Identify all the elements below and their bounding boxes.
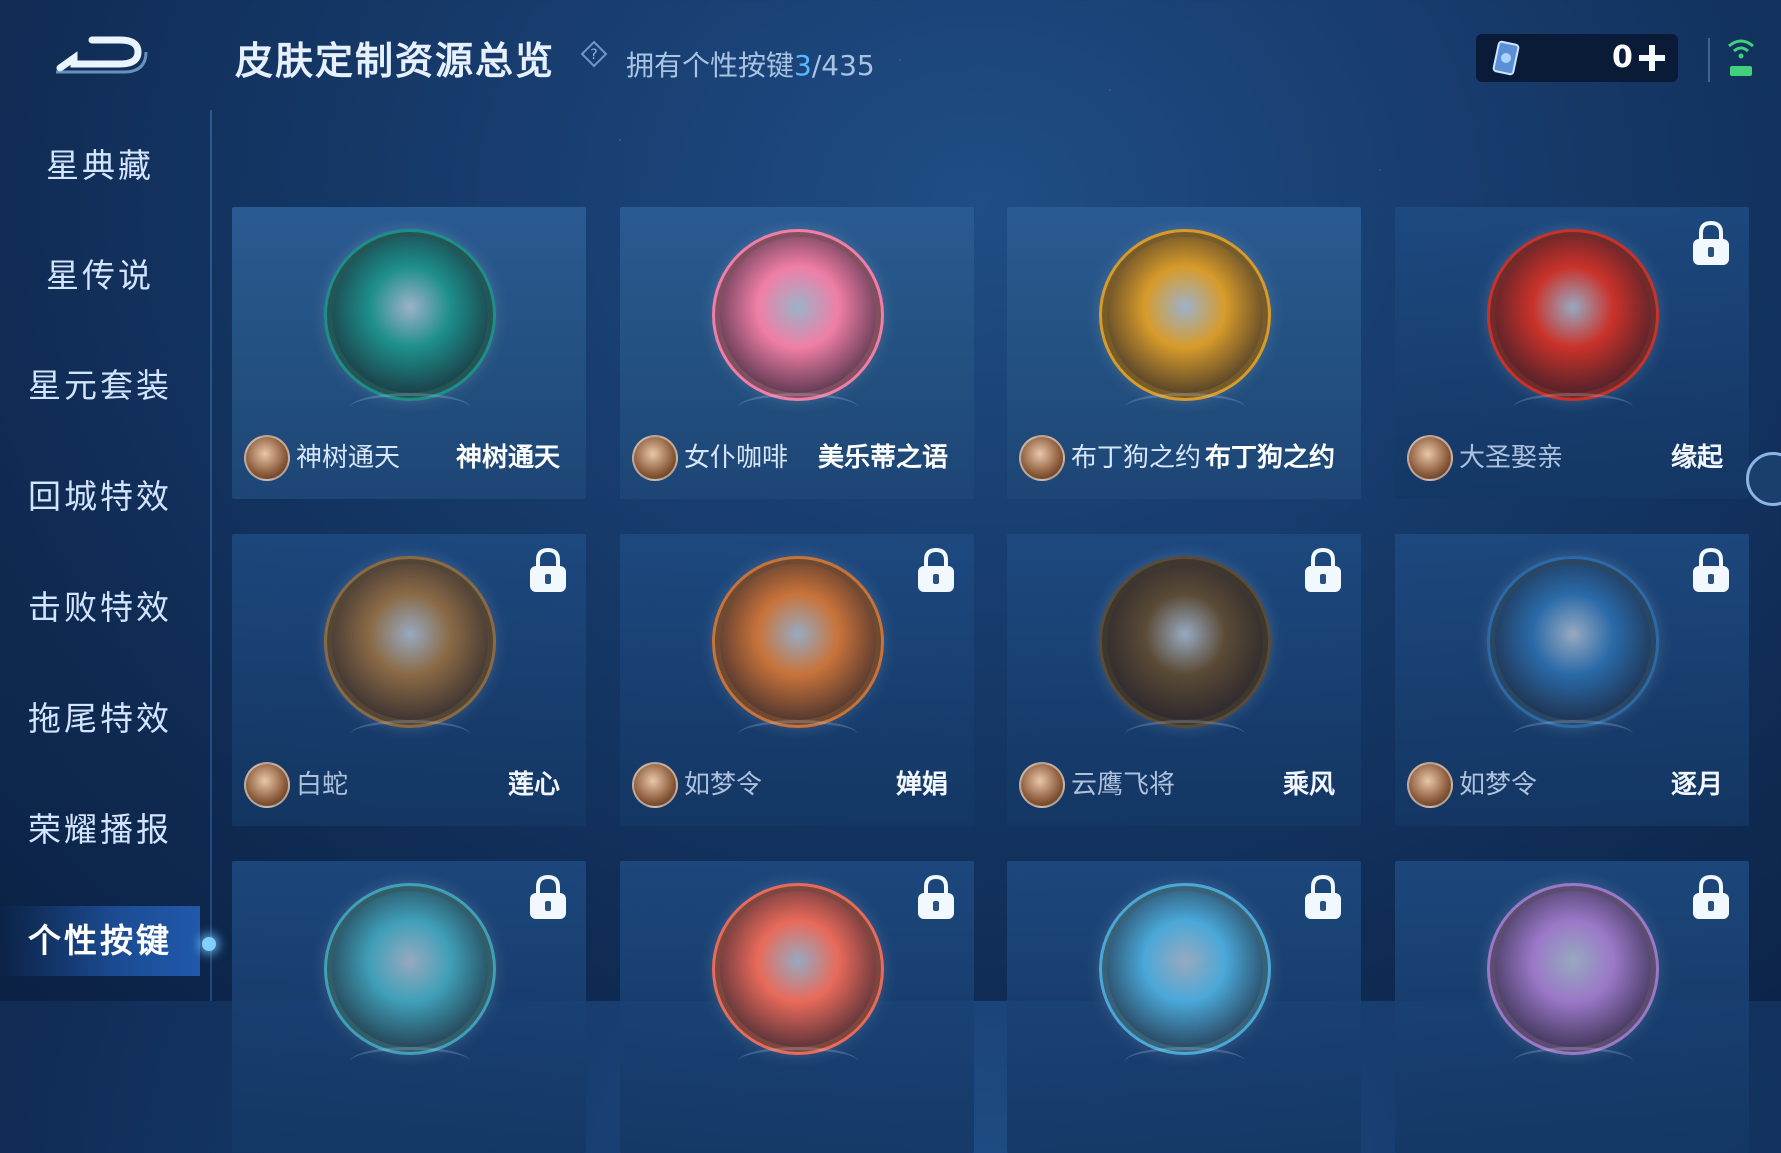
pochacco-emblem-icon (1107, 891, 1263, 1047)
emblem-reflection (350, 720, 470, 749)
sidebar-item-kill-effect[interactable]: 击败特效 (0, 573, 200, 643)
skin-card[interactable]: 如梦令 逐月 (1395, 534, 1749, 826)
lotus-emblem-icon (332, 564, 488, 720)
hero-avatar (1019, 762, 1065, 808)
skin-card[interactable] (620, 861, 974, 1153)
skin-card[interactable]: 如梦令 婵娟 (620, 534, 974, 826)
hero-name: 女仆咖啡 (684, 443, 789, 473)
red-scroll-emblem-icon (1495, 237, 1651, 393)
camera-star-emblem-icon (332, 891, 488, 1047)
sidebar-item-recall-effect[interactable]: 回城特效 (0, 462, 200, 532)
emblem-reflection (1125, 393, 1245, 422)
sidebar-item-glory-broadcast[interactable]: 荣耀播报 (0, 795, 200, 865)
skin-card[interactable] (1007, 861, 1361, 1153)
emblem-reflection (738, 720, 858, 749)
header-divider (1708, 38, 1710, 82)
emblem-reflection (738, 393, 858, 422)
hero-avatar (1407, 762, 1453, 808)
skin-name: 逐月 (1670, 770, 1723, 800)
lock-icon (530, 874, 566, 919)
sidebar-item-custom-buttons[interactable]: 个性按键 (0, 906, 200, 976)
hero-avatar (244, 435, 290, 481)
owned-summary: 拥有个性按键3/435 (626, 44, 875, 84)
hero-avatar (1019, 435, 1065, 481)
owned-count: 3 (794, 49, 812, 82)
emblem-reflection (1513, 720, 1633, 749)
hero-avatar (632, 435, 678, 481)
skin-name: 乘风 (1282, 770, 1335, 800)
help-icon[interactable]: ? (580, 40, 608, 68)
skin-name: 布丁狗之约 (1204, 443, 1335, 473)
skin-name: 婵娟 (895, 770, 948, 800)
emblem-reflection (1513, 393, 1633, 422)
hero-name: 白蛇 (296, 770, 349, 800)
hero-name: 如梦令 (684, 770, 763, 800)
sidebar: 星典藏 星传说 星元套装 回城特效 击败特效 拖尾特效 荣耀播报 个性按键 (0, 110, 212, 1001)
lock-icon (1305, 874, 1341, 919)
sidebar-item-star-legend[interactable]: 星传说 (0, 241, 200, 311)
emblem-reflection (1125, 720, 1245, 749)
hero-name: 大圣娶亲 (1459, 443, 1564, 473)
lock-icon (1305, 547, 1341, 592)
back-button[interactable] (52, 28, 152, 80)
lock-icon (1693, 220, 1729, 265)
svg-text:?: ? (590, 47, 597, 63)
skin-card[interactable]: 大圣娶亲 缘起 (1395, 207, 1749, 499)
skin-card[interactable] (232, 861, 586, 1153)
hero-avatar (632, 762, 678, 808)
lock-icon (530, 547, 566, 592)
skin-name: 莲心 (507, 770, 560, 800)
sidebar-item-star-suit[interactable]: 星元套装 (0, 351, 200, 421)
spear-emblem-icon (1107, 564, 1263, 720)
wing-bow-emblem-icon (1495, 564, 1651, 720)
skin-card[interactable]: 神树通天 神树通天 (232, 207, 586, 499)
moon-orb-emblem-icon (720, 564, 876, 720)
comic-burst-emblem-icon (720, 891, 876, 1047)
lock-icon (1693, 547, 1729, 592)
owned-label: 拥有个性按键 (626, 49, 795, 82)
lock-icon (1693, 874, 1729, 919)
skin-name: 缘起 (1670, 443, 1723, 473)
hero-name: 如梦令 (1459, 770, 1538, 800)
skin-card[interactable]: 女仆咖啡 美乐蒂之语 (620, 207, 974, 499)
emblem-reflection (1125, 1047, 1245, 1076)
currency-bar: 0 (1476, 34, 1678, 82)
sidebar-item-star-collection[interactable]: 星典藏 (0, 131, 200, 201)
skin-card[interactable] (1395, 861, 1749, 1153)
skin-name: 美乐蒂之语 (817, 443, 948, 473)
hero-name: 云鹰飞将 (1071, 770, 1176, 800)
page-title: 皮肤定制资源总览 (235, 39, 556, 83)
emblem-reflection (350, 1047, 470, 1076)
coupon-card-icon (1492, 40, 1520, 76)
add-currency-button[interactable] (1636, 42, 1668, 74)
gold-ribbon-emblem-icon (1107, 237, 1263, 393)
side-expand-handle[interactable] (1746, 452, 1781, 506)
skin-card[interactable]: 布丁狗之约 布丁狗之约 (1007, 207, 1361, 499)
skin-name: 神树通天 (455, 443, 560, 473)
emblem-reflection (350, 393, 470, 422)
active-indicator (202, 937, 216, 951)
lock-icon (918, 874, 954, 919)
lock-icon (918, 547, 954, 592)
background-stars (0, 0, 1781, 1001)
owned-total: /435 (811, 49, 875, 82)
hero-name: 布丁狗之约 (1071, 443, 1202, 473)
pink-melody-emblem-icon (720, 237, 876, 393)
emblem-reflection (1513, 1047, 1633, 1076)
hero-avatar (244, 762, 290, 808)
emblem-reflection (738, 1047, 858, 1076)
back-arrow-icon (56, 36, 148, 74)
currency-value: 0 (1612, 40, 1633, 75)
skin-card[interactable]: 云鹰飞将 乘风 (1007, 534, 1361, 826)
teal-gold-tree-emblem-icon (332, 237, 488, 393)
hero-avatar (1407, 435, 1453, 481)
kuromi-emblem-icon (1495, 891, 1651, 1047)
skin-card[interactable]: 白蛇 莲心 (232, 534, 586, 826)
sidebar-item-trail-effect[interactable]: 拖尾特效 (0, 684, 200, 754)
hero-name: 神树通天 (296, 443, 401, 473)
wifi-icon (1728, 39, 1754, 76)
